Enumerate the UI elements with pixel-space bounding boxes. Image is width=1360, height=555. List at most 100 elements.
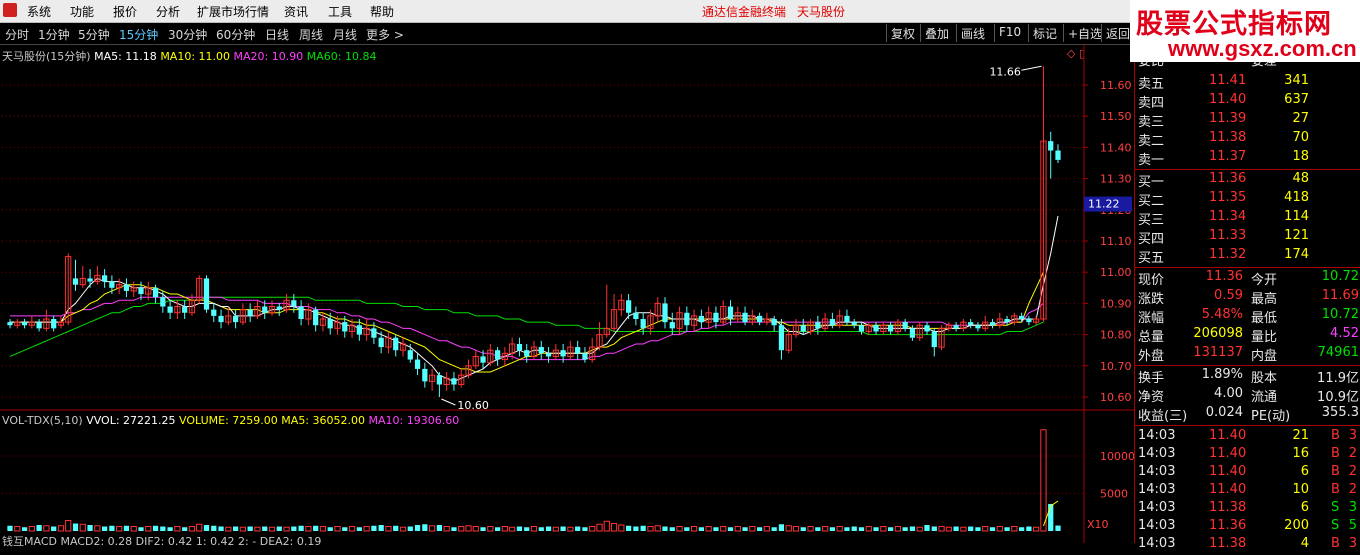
volume-bar [51,526,57,531]
stat-value: 206098 [1193,326,1243,341]
tick-price: 11.40 [1209,464,1247,479]
tick-price: 11.40 [1209,428,1247,443]
tab-weekly[interactable]: 周线 [299,26,323,43]
volume-bar [225,526,232,532]
mark-button[interactable]: 标记 [1028,24,1061,42]
trade-tick-row: 14:03 11.40 10 B 2 [1135,482,1360,501]
candle [603,284,610,338]
candle-body [575,347,581,354]
volume-bar [676,526,683,532]
volume-bar [472,526,479,532]
volume-bar [931,526,937,531]
candle [36,319,42,332]
menu-help[interactable]: 帮助 [370,3,394,20]
volume-bar [720,526,727,532]
volume-bar [501,526,509,532]
volume-bar [268,526,276,532]
price-chart[interactable]: 100005000X10 11.6011.5011.4011.3011.2011… [0,45,1134,543]
tick-side: S [1331,518,1340,533]
volume-bar [443,526,450,532]
volume-bar [101,526,108,531]
bid-level: 买二 11.35 418 [1135,190,1360,209]
tick-volume: 4 [1300,536,1309,551]
menu-function[interactable]: 功能 [70,3,94,20]
candle [399,337,407,357]
candle [378,331,384,354]
ask-price: 11.38 [1209,130,1247,145]
draw-line-button[interactable]: 画线 [956,24,989,42]
bid-level-label: 买五 [1138,251,1165,266]
add-watchlist-button[interactable]: +自选 [1063,24,1106,42]
menu-quote[interactable]: 报价 [113,3,137,20]
volume-bar [232,526,239,531]
tick-time: 14:03 [1138,500,1176,515]
tab-60min[interactable]: 60分钟 [216,26,255,43]
volume-bar [640,525,646,531]
volume-bar [807,526,814,532]
candle [633,306,639,326]
candle [123,278,130,298]
volume-bar [945,526,952,532]
volume-bar [28,526,35,532]
restore-rights-button[interactable]: 复权 [886,24,919,42]
volume-bar [72,523,79,531]
tab-more[interactable]: 更多 > [366,26,404,43]
stat-label-2: 内盘 [1251,349,1278,364]
price-tick-label: 11.40 [1100,141,1132,154]
tab-monthly[interactable]: 月线 [333,26,357,43]
volume-bar [87,525,93,531]
tick-time: 14:03 [1138,446,1176,461]
volume-bar [211,525,217,531]
volume-bar [422,524,428,531]
tab-daily[interactable]: 日线 [265,26,289,43]
menu-news[interactable]: 资讯 [284,3,308,20]
candle [720,300,727,326]
volume-bar [516,526,523,531]
candle-body [909,328,916,338]
candle [167,300,173,319]
panel-divider [1135,365,1360,366]
volume-bar [756,527,763,531]
candle-body [516,343,523,351]
menu-extended-market[interactable]: 扩展市场行情 [197,3,269,20]
candle-body [218,315,224,323]
candle-body [968,322,974,326]
candle-body [393,337,399,351]
bid-level: 买五 11.32 174 [1135,247,1360,266]
menu-system[interactable]: 系统 [27,3,51,20]
volume-bar [698,527,705,531]
volume-bar [603,520,610,532]
volume-bar [851,526,857,531]
candle [1048,131,1054,179]
volume-bar [763,526,771,532]
tab-15min[interactable]: 15分钟 [119,26,158,43]
menu-analysis[interactable]: 分析 [156,3,180,20]
candle [1040,66,1047,323]
tick-time: 14:03 [1138,464,1176,479]
tab-5min[interactable]: 5分钟 [78,26,110,43]
menu-tools[interactable]: 工具 [328,3,352,20]
stat-label: 涨幅 [1138,311,1165,326]
stat-value: 5.48% [1201,307,1243,322]
overlay-button[interactable]: 叠加 [920,24,953,42]
candle-body [262,306,268,313]
volume-bar [313,525,319,531]
tab-30min[interactable]: 30分钟 [168,26,207,43]
candle-body [378,337,384,348]
volume-bar [582,527,588,531]
candle [582,347,588,363]
stat-label-2: 量比 [1251,330,1278,345]
watermark-url: www.gsxz.com.cn [1168,36,1357,61]
volume-bar [14,526,21,532]
tab-1min[interactable]: 1分钟 [38,26,70,43]
tick-count: 3 [1348,428,1357,443]
candle-body [858,325,865,332]
tick-side: B [1331,482,1340,497]
candle [785,328,792,354]
volume-bar [334,526,341,532]
volume-bar [319,526,327,532]
candle-body [851,322,857,326]
f10-button[interactable]: F10 [994,24,1025,42]
tab-timeshare[interactable]: 分时 [5,26,29,43]
candle-body [451,378,457,385]
